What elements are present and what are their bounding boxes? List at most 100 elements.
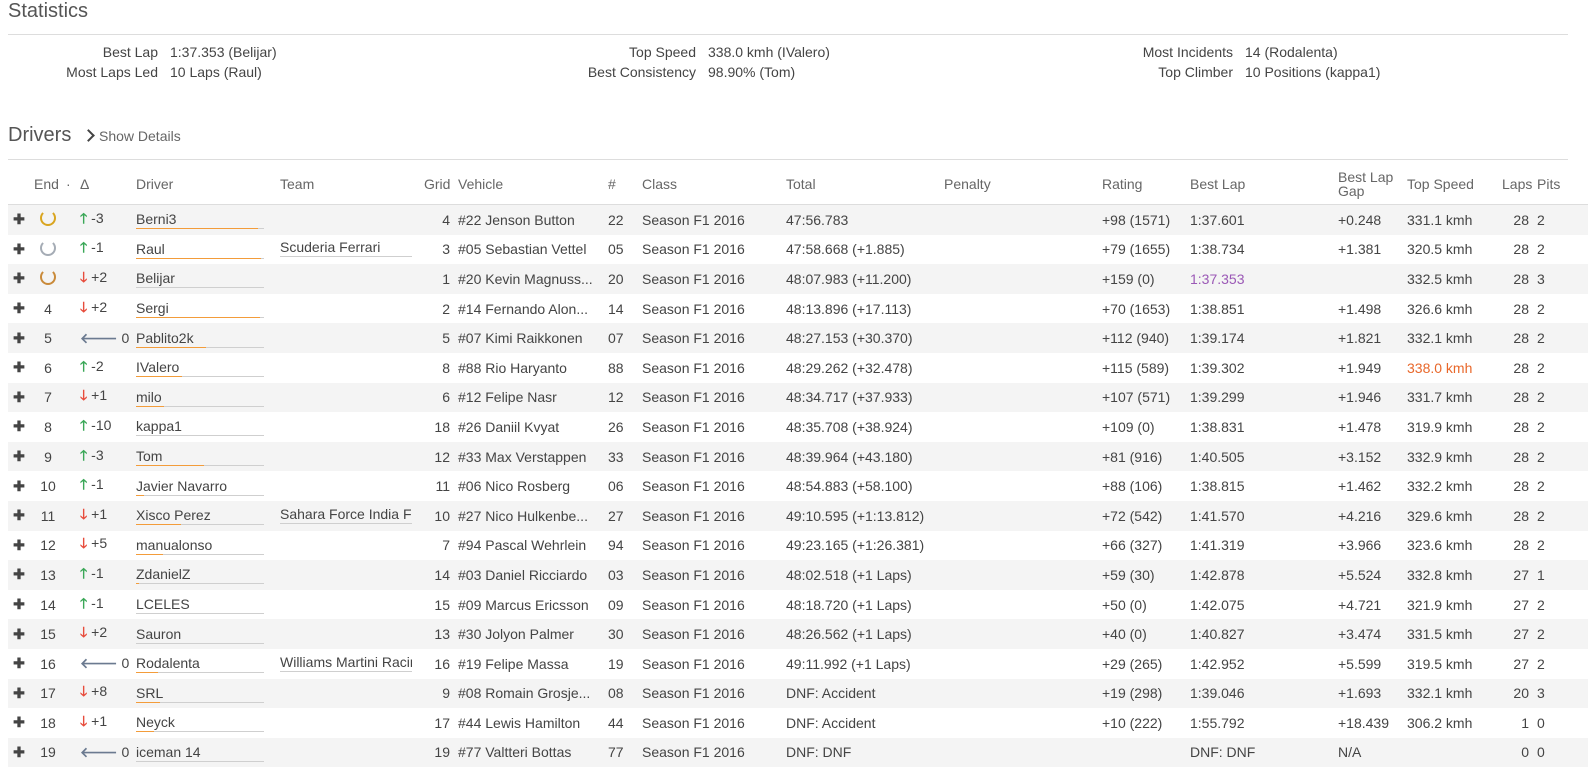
driver-cell[interactable]: Tom [132,441,276,472]
driver-cell[interactable]: Sauron [132,619,276,649]
driver-link[interactable]: SRL [136,684,264,703]
team-cell[interactable] [276,382,420,413]
col-end[interactable]: End [30,164,66,205]
team-cell[interactable] [276,323,420,353]
expand-row-icon[interactable]: ✚ [8,708,30,738]
col-grid[interactable]: Grid [420,164,454,205]
driver-link[interactable]: Sauron [136,625,264,644]
driver-link[interactable]: Neyck [136,713,264,733]
table-row[interactable]: ✚ 🡑 -1 Raul Scuderia Ferrari 3 #05 Sebas… [8,235,1588,265]
expand-row-icon[interactable]: ✚ [8,204,30,235]
expand-row-icon[interactable]: ✚ [8,471,30,501]
table-row[interactable]: ✚ 4 🡓 +2 Sergi 2 #14 Fernando Alon... 14… [8,294,1588,324]
table-row[interactable]: ✚ 🡓 +2 Belijar 1 #20 Kevin Magnuss... 20… [8,264,1588,294]
col-vehicle[interactable]: Vehicle [454,164,604,205]
table-row[interactable]: ✚ 15 🡓 +2 Sauron 13 #30 Jolyon Palmer 30… [8,619,1588,649]
table-row[interactable]: ✚ 7 🡓 +1 milo 6 #12 Felipe Nasr 12 Seaso… [8,382,1588,413]
driver-cell[interactable]: Javier Navarro [132,471,276,501]
expand-row-icon[interactable]: ✚ [8,531,30,561]
team-cell[interactable]: Sahara Force India F1 [276,500,420,531]
driver-cell[interactable]: Xisco Perez [132,500,276,531]
expand-row-icon[interactable]: ✚ [8,382,30,413]
driver-link[interactable]: manualonso [136,536,264,555]
driver-link[interactable]: milo [136,388,264,407]
col-laps[interactable]: Laps [1498,164,1533,205]
team-cell[interactable] [276,560,420,590]
expand-row-icon[interactable]: ✚ [8,353,30,383]
team-link[interactable]: Sahara Force India F1 [280,505,412,524]
col-number[interactable]: # [604,164,638,205]
team-cell[interactable] [276,204,420,235]
driver-cell[interactable]: ZdanielZ [132,560,276,590]
driver-cell[interactable]: Belijar [132,264,276,294]
expand-row-icon[interactable]: ✚ [8,441,30,472]
driver-cell[interactable]: Sergi [132,294,276,324]
col-rating[interactable]: Rating [1098,164,1186,205]
expand-row-icon[interactable]: ✚ [8,412,30,442]
table-row[interactable]: ✚ 12 🡓 +5 manualonso 7 #94 Pascal Wehrle… [8,531,1588,561]
expand-row-icon[interactable]: ✚ [8,737,30,768]
driver-link[interactable]: Sergi [136,299,264,319]
col-total[interactable]: Total [782,164,940,205]
col-penalty[interactable]: Penalty [940,164,1098,205]
driver-cell[interactable]: Neyck [132,708,276,738]
col-class[interactable]: Class [638,164,782,205]
driver-link[interactable]: iceman 14 [136,743,264,762]
driver-cell[interactable]: Rodalenta [132,649,276,679]
table-row[interactable]: ✚ 8 🡑 -10 kappa1 18 #26 Daniil Kvyat 26 … [8,412,1588,442]
team-cell[interactable] [276,264,420,294]
expand-row-icon[interactable]: ✚ [8,500,30,531]
driver-cell[interactable]: Berni3 [132,204,276,235]
expand-row-icon[interactable]: ✚ [8,678,30,709]
table-row[interactable]: ✚ 5 🡐 0 Pablito2k 5 #07 Kimi Raikkonen 0… [8,323,1588,353]
team-link[interactable]: Scuderia Ferrari [280,238,412,258]
driver-cell[interactable]: kappa1 [132,412,276,442]
driver-cell[interactable]: Raul [132,235,276,265]
table-row[interactable]: ✚ 19 🡐 0 iceman 14 19 #77 Valtteri Botta… [8,737,1588,768]
team-cell[interactable] [276,590,420,620]
driver-link[interactable]: ZdanielZ [136,565,264,585]
team-cell[interactable] [276,294,420,324]
team-cell[interactable] [276,353,420,383]
team-cell[interactable]: Scuderia Ferrari [276,235,420,265]
col-best-lap-gap[interactable]: Best Lap Gap [1334,164,1403,205]
col-pits[interactable]: Pits [1533,164,1588,205]
driver-link[interactable]: Berni3 [136,210,264,230]
table-row[interactable]: ✚ 9 🡑 -3 Tom 12 #33 Max Verstappen 33 Se… [8,441,1588,472]
table-row[interactable]: ✚ 14 🡑 -1 LCELES 15 #09 Marcus Ericsson … [8,590,1588,620]
table-row[interactable]: ✚ 11 🡓 +1 Xisco Perez Sahara Force India… [8,500,1588,531]
driver-link[interactable]: kappa1 [136,417,264,437]
driver-link[interactable]: Rodalenta [136,654,264,674]
col-delta[interactable]: Δ [76,164,132,205]
driver-link[interactable]: Pablito2k [136,329,264,348]
col-driver[interactable]: Driver [132,164,276,205]
table-row[interactable]: ✚ 10 🡑 -1 Javier Navarro 11 #06 Nico Ros… [8,471,1588,501]
team-cell[interactable] [276,412,420,442]
driver-cell[interactable]: iceman 14 [132,737,276,768]
col-best-lap[interactable]: Best Lap [1186,164,1334,205]
show-details-toggle[interactable]: Show Details [82,128,181,144]
team-cell[interactable] [276,441,420,472]
team-cell[interactable] [276,619,420,649]
driver-cell[interactable]: IValero [132,353,276,383]
table-row[interactable]: ✚ 16 🡐 0 Rodalenta Williams Martini Raci… [8,649,1588,679]
team-cell[interactable] [276,708,420,738]
col-team[interactable]: Team [276,164,420,205]
team-cell[interactable]: Williams Martini Racir [276,649,420,679]
col-top-speed[interactable]: Top Speed [1403,164,1498,205]
expand-row-icon[interactable]: ✚ [8,264,30,294]
driver-link[interactable]: LCELES [136,595,264,615]
expand-row-icon[interactable]: ✚ [8,235,30,265]
expand-row-icon[interactable]: ✚ [8,560,30,590]
expand-row-icon[interactable]: ✚ [8,323,30,353]
driver-link[interactable]: Javier Navarro [136,477,264,496]
table-row[interactable]: ✚ 🡑 -3 Berni3 4 #22 Jenson Button 22 Sea… [8,204,1588,235]
driver-cell[interactable]: manualonso [132,531,276,561]
driver-link[interactable]: Raul [136,240,264,259]
team-cell[interactable] [276,678,420,709]
driver-cell[interactable]: LCELES [132,590,276,620]
driver-cell[interactable]: SRL [132,678,276,709]
table-row[interactable]: ✚ 13 🡑 -1 ZdanielZ 14 #03 Daniel Ricciar… [8,560,1588,590]
expand-row-icon[interactable]: ✚ [8,590,30,620]
expand-row-icon[interactable]: ✚ [8,294,30,324]
